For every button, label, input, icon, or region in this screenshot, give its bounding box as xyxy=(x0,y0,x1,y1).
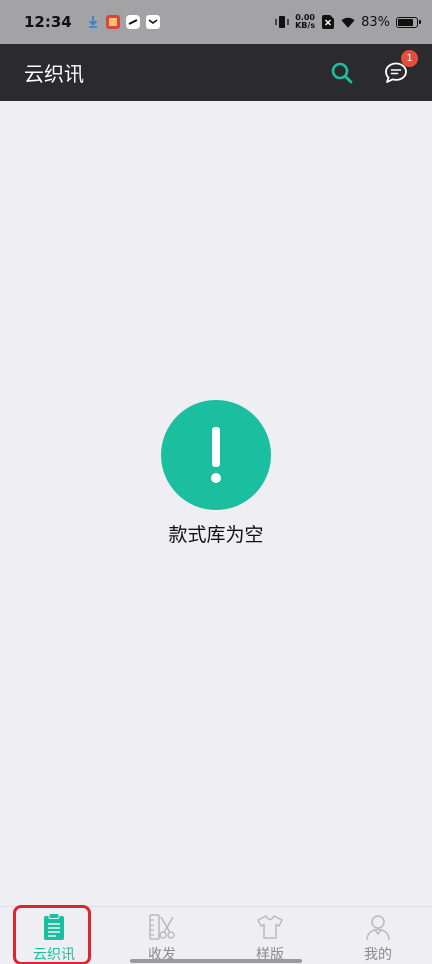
nav-label-wode: 我的 xyxy=(364,947,392,963)
nav-item-yunzhixun[interactable]: 云织讯 xyxy=(0,907,108,964)
search-icon xyxy=(331,62,353,83)
nav-item-shoufa[interactable]: 收发 xyxy=(108,907,216,964)
battery-percent: 83% xyxy=(361,14,390,30)
page-title: 云织讯 xyxy=(24,62,84,86)
network-speed: 0.00 KB/s xyxy=(295,14,315,30)
nav-label-yunzhixun: 云织讯 xyxy=(33,947,75,963)
exclamation-icon xyxy=(211,427,221,483)
home-indicator[interactable] xyxy=(130,959,302,963)
empty-state: 款式库为空 xyxy=(0,400,432,547)
no-sim-icon xyxy=(321,15,335,29)
status-bar: 12:34 0.00 KB/s 83% xyxy=(0,0,432,44)
battery-icon xyxy=(396,16,421,28)
nav-item-yangban[interactable]: 样版 xyxy=(216,907,324,964)
bottom-nav: 云织讯 收发 样版 我的 xyxy=(0,906,432,964)
network-speed-unit: KB/s xyxy=(295,21,316,30)
message-count-badge: 1 xyxy=(401,49,418,67)
link-app-icon xyxy=(125,15,140,29)
person-icon xyxy=(363,912,393,941)
status-left: 12:34 xyxy=(24,13,160,31)
empty-state-message: 款式库为空 xyxy=(168,524,264,546)
app-notification-icon xyxy=(105,15,120,29)
search-button[interactable] xyxy=(328,59,356,87)
app-actions: 1 xyxy=(328,49,418,87)
mail-app-icon xyxy=(145,15,160,29)
empty-state-icon xyxy=(161,400,271,510)
nav-item-wode[interactable]: 我的 xyxy=(324,907,432,964)
battery-level xyxy=(398,18,413,26)
shirt-icon xyxy=(255,912,285,941)
wifi-icon xyxy=(341,15,355,29)
app-bar: 云织讯 1 xyxy=(0,44,432,101)
scissors-ruler-icon xyxy=(147,912,177,941)
vibrate-icon xyxy=(275,15,289,29)
status-time: 12:34 xyxy=(24,13,72,31)
clipboard-icon xyxy=(39,912,69,941)
download-icon xyxy=(86,15,100,29)
status-right: 0.00 KB/s 83% xyxy=(275,14,421,30)
messages-button[interactable]: 1 xyxy=(382,49,418,87)
